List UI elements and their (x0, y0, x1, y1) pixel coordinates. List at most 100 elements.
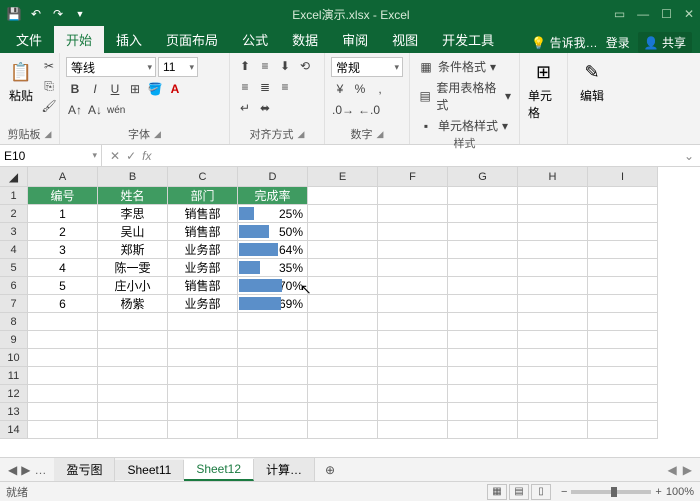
cell[interactable] (588, 385, 658, 403)
hscroll-right-icon[interactable]: ▶ (683, 463, 692, 477)
cell[interactable] (588, 259, 658, 277)
cell[interactable] (308, 367, 378, 385)
tab-formula[interactable]: 公式 (230, 26, 280, 53)
row-header[interactable]: 4 (0, 241, 28, 259)
column-header[interactable]: B (98, 167, 168, 187)
cell[interactable] (518, 295, 588, 313)
cell[interactable]: 4 (28, 259, 98, 277)
copy-icon[interactable]: ⎘ (40, 77, 58, 95)
cell[interactable] (448, 385, 518, 403)
cell[interactable] (448, 367, 518, 385)
cell[interactable] (28, 385, 98, 403)
row-header[interactable]: 6 (0, 277, 28, 295)
maximize-icon[interactable]: ☐ (661, 7, 672, 21)
cell[interactable] (378, 349, 448, 367)
cell[interactable]: 业务部 (168, 295, 238, 313)
sheet-nav-more-icon[interactable]: … (34, 463, 46, 477)
tab-insert[interactable]: 插入 (104, 26, 154, 53)
cell[interactable] (168, 349, 238, 367)
login-link[interactable]: 登录 (606, 34, 630, 51)
cell[interactable]: 郑斯 (98, 241, 168, 259)
row-header[interactable]: 3 (0, 223, 28, 241)
cell[interactable]: 庄小小 (98, 277, 168, 295)
zoom-slider[interactable] (571, 490, 651, 494)
cell[interactable] (308, 223, 378, 241)
sheet-tab-winloss[interactable]: 盈亏图 (54, 458, 115, 481)
cell[interactable] (378, 277, 448, 295)
tell-me[interactable]: 💡 告诉我… (531, 34, 597, 51)
grow-font-icon[interactable]: A↑ (66, 101, 84, 119)
cell[interactable] (518, 385, 588, 403)
conditional-format-button[interactable]: ▦条件格式 ▾ (416, 57, 513, 76)
cell[interactable] (28, 313, 98, 331)
cell[interactable] (448, 331, 518, 349)
row-header[interactable]: 7 (0, 295, 28, 313)
cell[interactable] (308, 349, 378, 367)
cell[interactable] (308, 403, 378, 421)
cell[interactable] (448, 259, 518, 277)
cell[interactable] (588, 205, 658, 223)
phonetic-icon[interactable]: wén (106, 101, 126, 119)
tab-data[interactable]: 数据 (280, 26, 330, 53)
cell[interactable]: 64% (238, 241, 308, 259)
cell[interactable]: 50% (238, 223, 308, 241)
row-header[interactable]: 9 (0, 331, 28, 349)
editing-menu-button[interactable]: ✎编辑 (574, 57, 610, 106)
italic-button[interactable]: I (86, 80, 104, 98)
merge-cells-icon[interactable]: ⬌ (256, 99, 274, 117)
align-right-icon[interactable]: ≡ (276, 78, 294, 96)
align-top-icon[interactable]: ⬆ (236, 57, 254, 75)
ribbon-options-icon[interactable]: ▭ (614, 7, 625, 21)
cell[interactable] (588, 331, 658, 349)
cell[interactable] (518, 331, 588, 349)
cell[interactable] (588, 367, 658, 385)
cell[interactable]: 陈一雯 (98, 259, 168, 277)
column-header[interactable]: I (588, 167, 658, 187)
percent-icon[interactable]: % (351, 80, 369, 98)
cells-area[interactable]: 编号姓名部门完成率1李思销售部25%2吴山销售部50%3郑斯业务部64%4陈一雯… (28, 187, 700, 439)
save-icon[interactable]: 💾 (6, 6, 22, 22)
cell[interactable] (588, 241, 658, 259)
tab-layout[interactable]: 页面布局 (154, 26, 230, 53)
cell[interactable]: 70% (238, 277, 308, 295)
cell[interactable] (588, 313, 658, 331)
font-color-button[interactable]: A (166, 80, 184, 98)
cell[interactable]: 李思 (98, 205, 168, 223)
close-icon[interactable]: ✕ (684, 7, 694, 21)
cell[interactable] (28, 421, 98, 439)
cell[interactable]: 1 (28, 205, 98, 223)
format-painter-icon[interactable]: 🖌 (40, 97, 58, 115)
tab-developer[interactable]: 开发工具 (430, 26, 506, 53)
cell[interactable] (378, 259, 448, 277)
zoom-level[interactable]: 100% (666, 486, 694, 498)
worksheet-grid[interactable]: ◢ 1234567891011121314 ABCDEFGHI 编号姓名部门完成… (0, 167, 700, 457)
bold-button[interactable]: B (66, 80, 84, 98)
qat-dropdown-icon[interactable]: ▼ (72, 6, 88, 22)
cell[interactable] (448, 241, 518, 259)
align-launcher-icon[interactable]: ◢ (298, 129, 305, 140)
format-as-table-button[interactable]: ▤套用表格格式 ▾ (416, 78, 513, 114)
cell[interactable]: 业务部 (168, 259, 238, 277)
cell[interactable] (238, 403, 308, 421)
cell[interactable] (308, 277, 378, 295)
cell[interactable] (378, 421, 448, 439)
row-header[interactable]: 13 (0, 403, 28, 421)
cell[interactable] (448, 313, 518, 331)
fill-color-button[interactable]: 🪣 (146, 80, 164, 98)
cell[interactable] (448, 349, 518, 367)
cell[interactable] (378, 295, 448, 313)
column-header[interactable]: G (448, 167, 518, 187)
shrink-font-icon[interactable]: A↓ (86, 101, 104, 119)
cell[interactable] (448, 205, 518, 223)
cell[interactable] (588, 277, 658, 295)
cell[interactable]: 姓名 (98, 187, 168, 205)
underline-button[interactable]: U (106, 80, 124, 98)
sheet-tab-sheet11[interactable]: Sheet11 (115, 460, 184, 480)
cell[interactable] (98, 331, 168, 349)
cell[interactable] (98, 385, 168, 403)
fx-icon[interactable]: fx (142, 149, 151, 163)
cell[interactable] (28, 349, 98, 367)
cell[interactable] (518, 349, 588, 367)
cell[interactable] (518, 241, 588, 259)
cell[interactable]: 业务部 (168, 241, 238, 259)
